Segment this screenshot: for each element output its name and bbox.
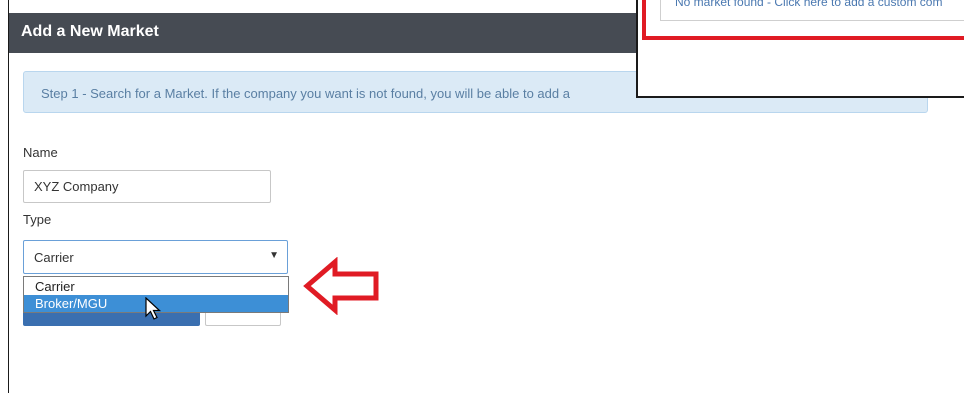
type-option-carrier[interactable]: Carrier — [24, 278, 288, 295]
red-arrow-left-icon — [303, 257, 379, 315]
name-label: Name — [23, 145, 58, 160]
market-search-popup: No market found - Click here to add a cu… — [636, 0, 964, 98]
step-info-text: Step 1 - Search for a Market. If the com… — [41, 86, 570, 101]
type-select-value: Carrier — [34, 250, 74, 265]
mouse-pointer-icon — [145, 297, 162, 320]
highlight-box: No market found - Click here to add a cu… — [642, 0, 964, 40]
add-custom-market-link[interactable]: No market found - Click here to add a cu… — [675, 0, 942, 9]
type-select[interactable]: Carrier ▼ — [23, 240, 288, 274]
type-label: Type — [23, 212, 52, 227]
modal-title: Add a New Market — [21, 23, 159, 40]
chevron-down-icon: ▼ — [269, 250, 279, 261]
no-market-panel: No market found - Click here to add a cu… — [660, 0, 964, 21]
name-field[interactable] — [23, 170, 271, 203]
